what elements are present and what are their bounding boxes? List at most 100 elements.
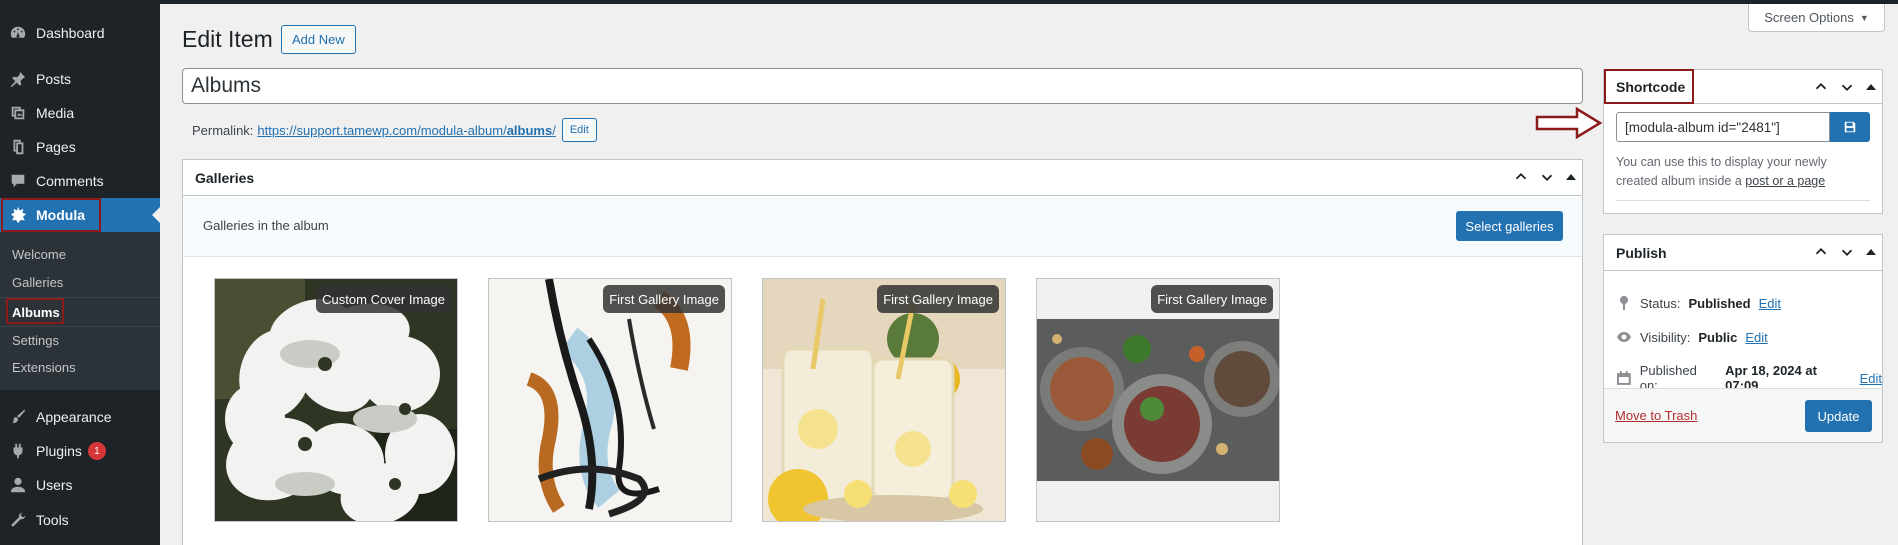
select-galleries-button[interactable]: Select galleries (1456, 211, 1563, 241)
admin-bar (0, 0, 1898, 4)
pointer-arrow-icon (1535, 106, 1603, 140)
edit-date-link[interactable]: Edit (1860, 371, 1882, 386)
sidebar-item-label: Tools (36, 512, 69, 528)
chevron-down-icon[interactable] (1538, 168, 1556, 186)
plugin-icon (0, 442, 36, 460)
modula-highlight-outline (1, 198, 101, 232)
sidebar-item-label: Posts (36, 71, 72, 87)
submenu-item-settings[interactable]: Settings (12, 333, 59, 348)
status-value: Published (1688, 295, 1751, 311)
save-icon (1844, 121, 1856, 133)
galleries-handle-actions (1512, 168, 1576, 186)
post-or-page-link[interactable]: post or a page (1745, 174, 1825, 188)
sidebar-item-label: Comments (36, 173, 104, 189)
pages-icon (0, 138, 36, 156)
thumbnail-tag: First Gallery Image (1151, 285, 1273, 313)
admin-sidebar: Dashboard Posts Media Pages Comments Mod… (0, 0, 160, 545)
comment-icon (0, 172, 36, 190)
screen-options-label: Screen Options (1764, 10, 1854, 25)
sidebar-item-media[interactable]: Media (0, 96, 160, 130)
submenu-item-extensions[interactable]: Extensions (12, 360, 76, 375)
sidebar-item-appearance[interactable]: Appearance (0, 400, 160, 434)
submenu-item-galleries[interactable]: Galleries (12, 275, 63, 290)
chevron-up-icon[interactable] (1812, 78, 1830, 96)
food-plates-image (1037, 279, 1279, 521)
sidebar-item-posts[interactable]: Posts (0, 62, 160, 96)
visibility-label: Visibility: (1640, 329, 1691, 345)
chevron-down-icon[interactable] (1838, 243, 1856, 261)
update-button[interactable]: Update (1805, 400, 1872, 432)
toggle-panel-icon[interactable] (1866, 249, 1876, 255)
toggle-panel-icon[interactable] (1866, 84, 1876, 90)
thumbnail-tag: First Gallery Image (603, 285, 725, 313)
title-input[interactable]: Albums (182, 68, 1583, 104)
gallery-thumbnail[interactable]: Custom Cover Image (214, 278, 458, 522)
calendar-icon (1616, 371, 1631, 385)
sidebar-item-comments[interactable]: Comments (0, 164, 160, 198)
gallery-thumbnail[interactable]: First Gallery Image (1036, 278, 1280, 522)
shortcode-help-text: You can use this to display your newly c… (1616, 153, 1866, 191)
gallery-thumbnail[interactable]: First Gallery Image (762, 278, 1006, 522)
wrench-icon (0, 511, 36, 529)
shortcode-highlight-outline (1604, 69, 1694, 104)
sidebar-item-label: Plugins (36, 443, 82, 459)
publish-heading: Publish (1616, 244, 1667, 261)
submenu-divider (0, 326, 160, 327)
users-icon (0, 476, 36, 494)
paintbrush-icon (0, 408, 36, 426)
status-label: Status: (1640, 295, 1681, 311)
caret-down-icon: ▼ (1859, 12, 1869, 23)
galleries-heading: Galleries (195, 169, 255, 186)
permalink-trail: / (552, 122, 556, 138)
publish-actions: Move to Trash Update (1604, 388, 1882, 442)
sidebar-item-label: Users (36, 477, 73, 493)
permalink-base: https://support.tamewp.com/modula-album/ (257, 122, 507, 138)
copy-shortcode-button[interactable] (1830, 112, 1870, 142)
permalink-row: Permalink: https://support.tamewp.com/mo… (192, 118, 597, 142)
chevron-up-icon[interactable] (1512, 168, 1530, 186)
flower-image (215, 279, 457, 521)
sidebar-item-dashboard[interactable]: Dashboard (0, 16, 160, 50)
sidebar-item-label: Appearance (36, 409, 112, 425)
sidebar-item-plugins[interactable]: Plugins 1 (0, 434, 160, 468)
sidebar-item-users[interactable]: Users (0, 468, 160, 502)
galleries-toolbar: Galleries in the album Select galleries (183, 197, 1582, 257)
add-new-button[interactable]: Add New (281, 25, 356, 54)
chevron-up-icon[interactable] (1812, 243, 1830, 261)
move-to-trash-link[interactable]: Move to Trash (1615, 408, 1697, 423)
gallery-thumbnail[interactable]: First Gallery Image (488, 278, 732, 522)
permalink-label: Permalink: (192, 122, 254, 138)
toggle-panel-icon[interactable] (1566, 174, 1576, 180)
sidebar-item-tools[interactable]: Tools (0, 503, 160, 537)
publish-visibility-row: Visibility: Public Edit (1616, 329, 1768, 345)
page-title: Edit Item (182, 26, 273, 52)
permalink-slug: albums (506, 122, 553, 138)
sidebar-item-pages[interactable]: Pages (0, 130, 160, 164)
chevron-down-icon[interactable] (1838, 78, 1856, 96)
media-icon (0, 104, 36, 122)
screen-options-button[interactable]: Screen Options ▼ (1748, 4, 1885, 32)
dashboard-icon (0, 24, 36, 42)
publish-handle-actions (1812, 243, 1876, 261)
galleries-toolbar-text: Galleries in the album (203, 218, 329, 233)
permalink-link[interactable]: https://support.tamewp.com/modula-album/… (257, 123, 555, 138)
lemonade-image (763, 279, 1005, 521)
galleries-metabox: Galleries Galleries in the album Select … (182, 159, 1583, 545)
publish-metabox: Publish Status: Published Edit Visibilit… (1603, 234, 1883, 443)
shortcode-divider (1616, 200, 1870, 201)
sidebar-item-label: Media (36, 105, 75, 121)
submenu-item-welcome[interactable]: Welcome (12, 247, 66, 262)
publish-status-row: Status: Published Edit (1616, 295, 1781, 311)
permalink-edit-button[interactable]: Edit (561, 118, 597, 142)
pin-icon (1620, 296, 1628, 310)
edit-visibility-link[interactable]: Edit (1745, 330, 1767, 345)
pushpin-icon (0, 70, 36, 88)
shortcode-input[interactable]: [modula-album id="2481"] (1616, 112, 1830, 142)
sidebar-item-label: Pages (36, 139, 76, 155)
eye-icon (1617, 332, 1631, 342)
abstract-painting-image (489, 279, 731, 521)
thumbnail-tag: Custom Cover Image (316, 285, 451, 313)
sidebar-item-label: Dashboard (36, 25, 105, 41)
edit-status-link[interactable]: Edit (1759, 296, 1781, 311)
albums-highlight-outline (6, 298, 64, 324)
